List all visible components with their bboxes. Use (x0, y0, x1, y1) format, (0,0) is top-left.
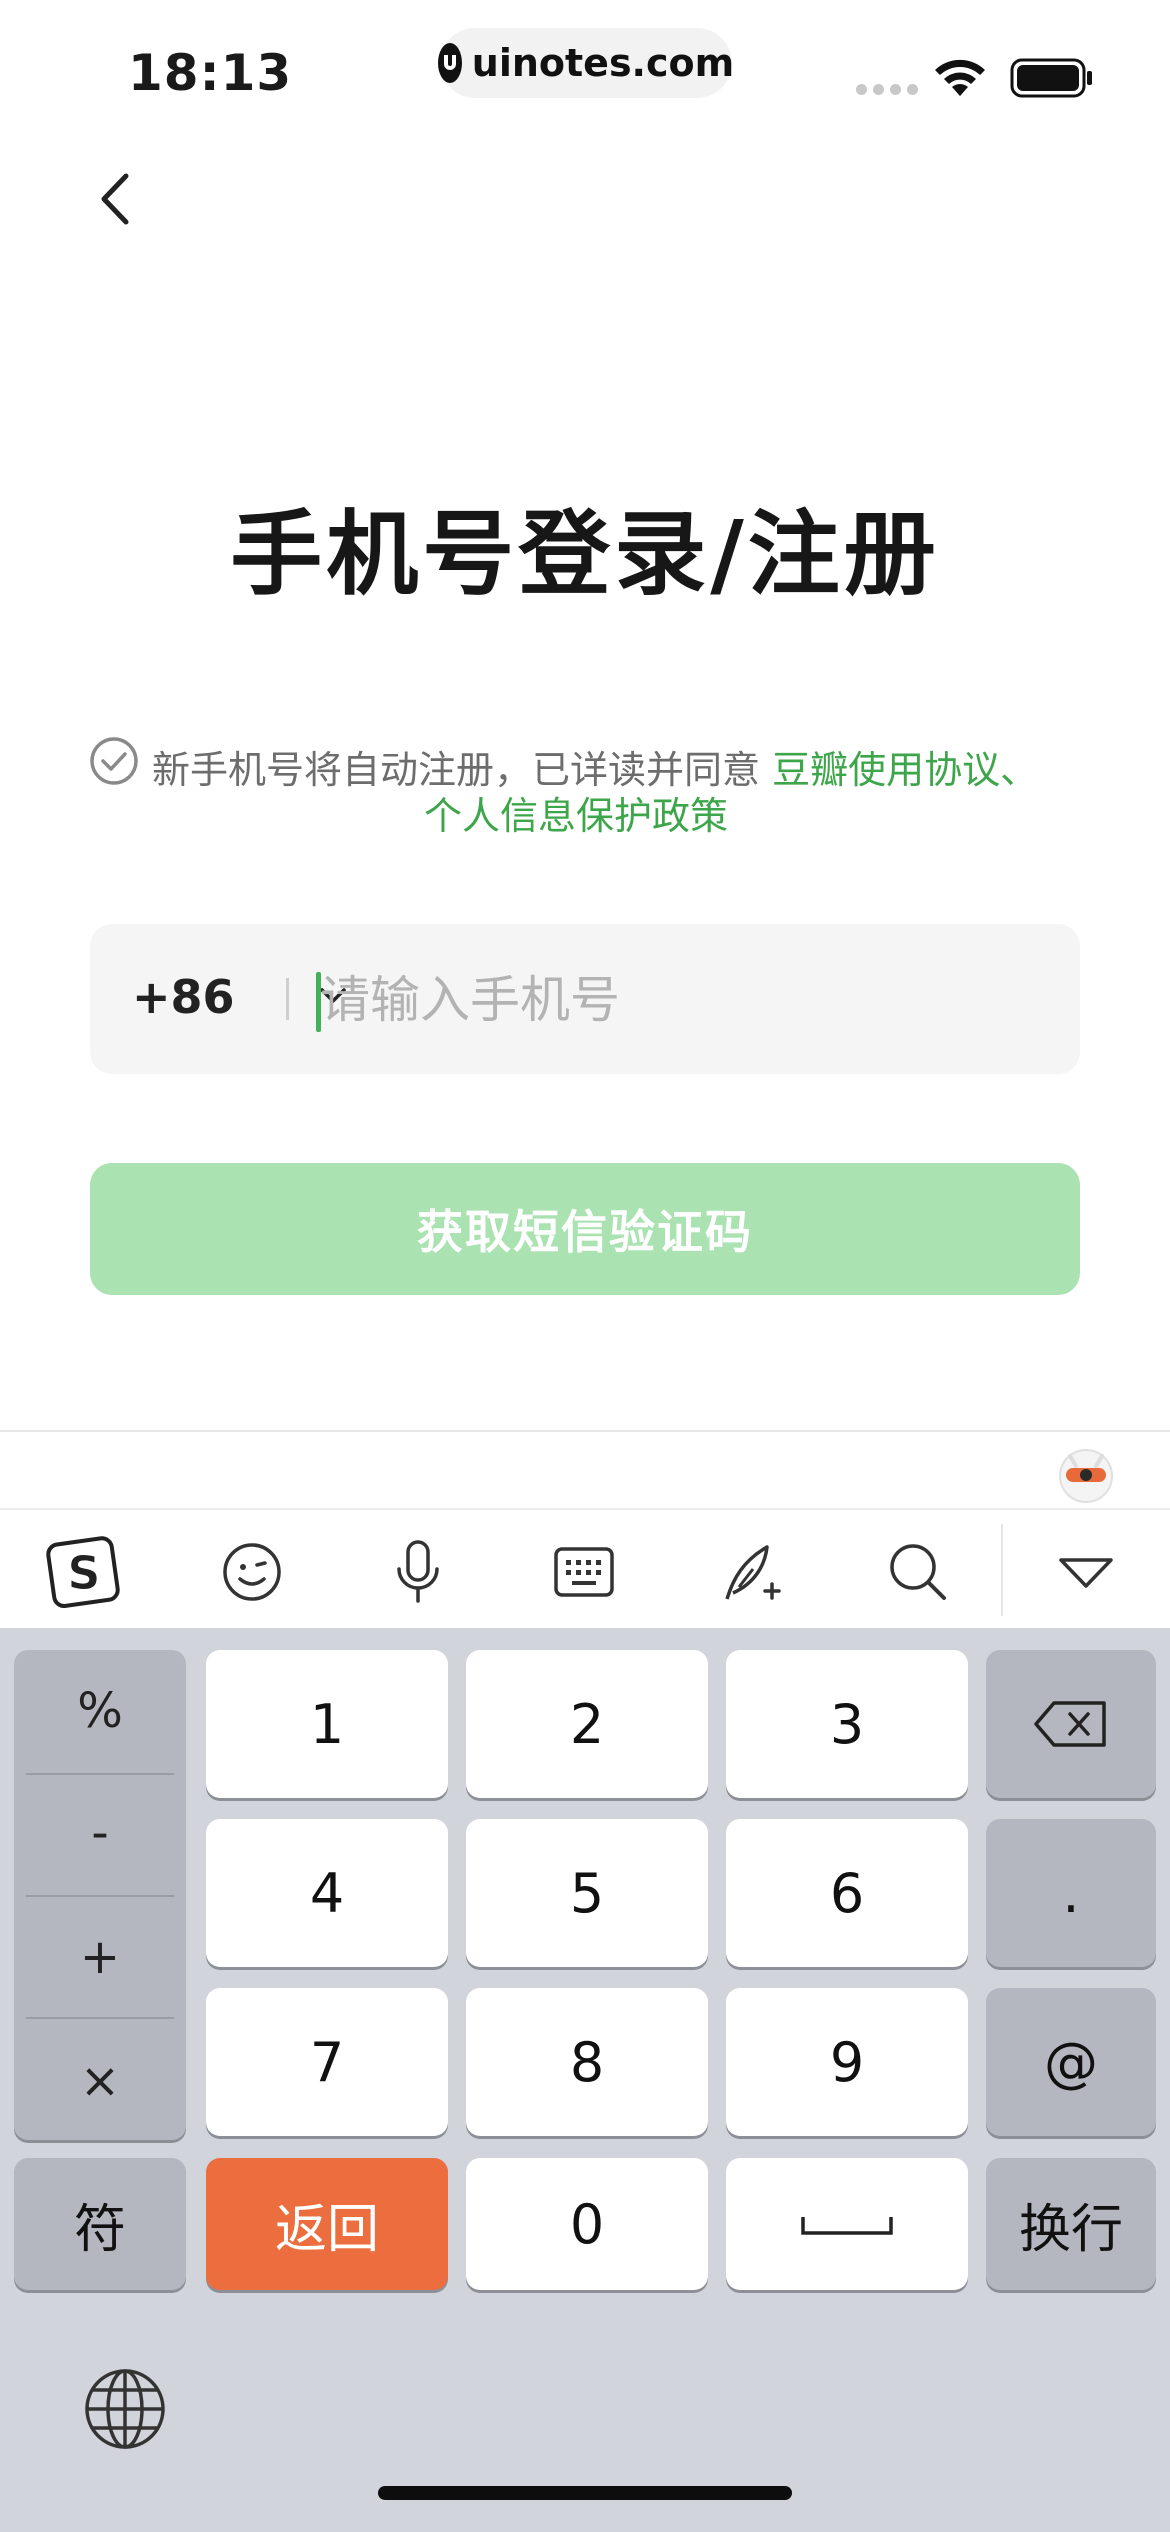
key-6[interactable]: 6 (726, 1819, 968, 1967)
phone-input-box: +86 (90, 924, 1080, 1074)
sogou-logo-icon[interactable]: S (44, 1532, 124, 1612)
key-9[interactable]: 9 (726, 1988, 968, 2136)
keyboard-mascot-icon[interactable] (1056, 1444, 1116, 1504)
symbol-column: % - + × (14, 1650, 186, 2140)
back-button[interactable] (90, 166, 140, 232)
wifi-icon (935, 59, 985, 96)
globe-icon[interactable] (82, 2366, 168, 2452)
battery-icon (1010, 58, 1092, 98)
home-indicator (378, 2486, 792, 2500)
status-bar: 18:13 uinotes.com (0, 0, 1170, 150)
svg-text:S: S (67, 1546, 100, 1600)
candidate-bar (0, 1432, 1170, 1508)
key-percent[interactable]: % (14, 1650, 186, 1772)
key-1[interactable]: 1 (206, 1650, 448, 1798)
symbols-key[interactable]: 符 (14, 2158, 186, 2290)
agreement-checkbox[interactable] (88, 735, 140, 787)
space-icon (801, 2217, 893, 2235)
return-key[interactable]: 返回 (206, 2158, 448, 2290)
key-dot[interactable]: . (986, 1819, 1156, 1967)
numeric-keyboard: % - + × 1 2 3 4 5 6 . 7 8 9 @ 符 返回 0 换行 (0, 1628, 1170, 2532)
page-title: 手机号登录/注册 (230, 501, 940, 608)
uinotes-logo-icon (437, 43, 462, 83)
emoji-icon[interactable] (212, 1532, 292, 1612)
url-text: uinotes.com (471, 41, 735, 85)
key-0[interactable]: 0 (466, 2158, 708, 2290)
space-key[interactable] (726, 2158, 968, 2290)
key-3[interactable]: 3 (726, 1650, 968, 1798)
search-icon[interactable] (878, 1532, 958, 1612)
get-sms-code-button[interactable]: 获取短信验证码 (90, 1163, 1080, 1295)
key-multiply[interactable]: × (14, 2020, 186, 2142)
phone-number-input[interactable] (320, 960, 1040, 1040)
symbol-divider (26, 2017, 174, 2019)
key-8[interactable]: 8 (466, 1988, 708, 2136)
keyboard-toolbar: S (0, 1508, 1170, 1628)
handwriting-icon[interactable] (712, 1532, 792, 1612)
key-minus[interactable]: - (14, 1772, 186, 1894)
key-2[interactable]: 2 (466, 1650, 708, 1798)
key-7[interactable]: 7 (206, 1988, 448, 2136)
newline-key[interactable]: 换行 (986, 2158, 1156, 2290)
collapse-keyboard-icon[interactable] (1046, 1532, 1126, 1612)
url-pill: uinotes.com (437, 28, 735, 98)
backspace-key[interactable] (986, 1650, 1156, 1798)
key-5[interactable]: 5 (466, 1819, 708, 1967)
cellular-signal-icon (856, 84, 918, 95)
key-at[interactable]: @ (986, 1988, 1156, 2136)
backspace-icon (1034, 1701, 1106, 1747)
screen: 18:13 uinotes.com 手机号登录/注册 新手机号将自动注册，已详读… (0, 0, 1170, 2532)
keyboard-icon[interactable] (544, 1532, 624, 1612)
toolbar-divider (1001, 1524, 1003, 1616)
key-plus[interactable]: + (14, 1896, 186, 2018)
microphone-icon[interactable] (378, 1532, 458, 1612)
country-code-selector[interactable]: +86 (132, 970, 235, 1024)
status-time: 18:13 (128, 44, 293, 102)
privacy-policy-link[interactable]: 个人信息保护政策 (88, 785, 1088, 840)
key-4[interactable]: 4 (206, 1819, 448, 1967)
input-divider (286, 978, 289, 1020)
